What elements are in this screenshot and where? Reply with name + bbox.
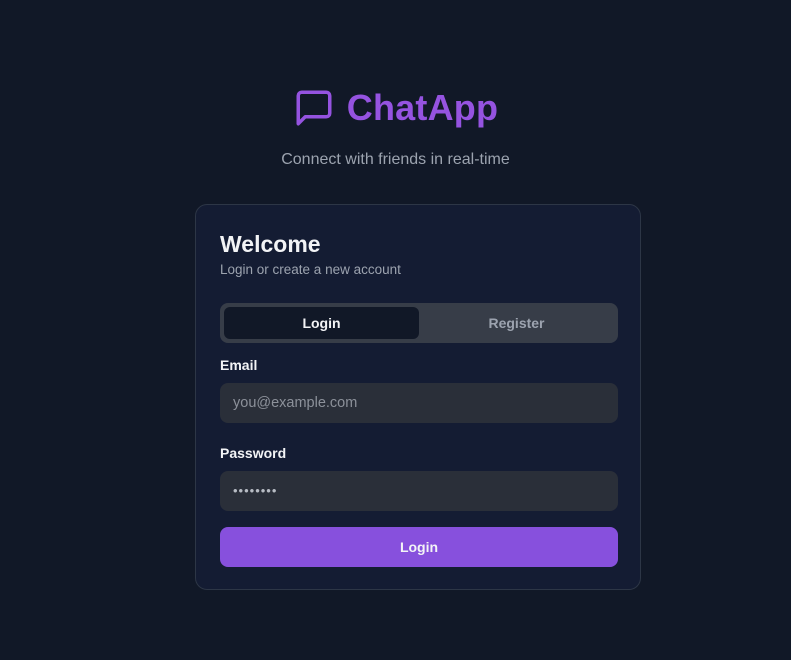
card-title: Welcome — [220, 231, 321, 257]
auth-tabs: Login Register — [220, 303, 618, 343]
email-label: Email — [220, 357, 258, 373]
app-name: ChatApp — [346, 87, 499, 128]
message-square-icon — [293, 87, 335, 129]
tab-login[interactable]: Login — [224, 307, 419, 339]
password-field[interactable]: •••••••• — [220, 471, 618, 511]
login-button[interactable]: Login — [220, 527, 618, 567]
brand-header: ChatApp — [0, 86, 791, 130]
email-field[interactable] — [220, 383, 618, 423]
tab-register[interactable]: Register — [419, 307, 614, 339]
auth-card: Welcome Login or create a new account Lo… — [195, 204, 641, 590]
password-label: Password — [220, 445, 287, 461]
login-page: ChatApp Connect with friends in real-tim… — [0, 0, 791, 660]
card-subtitle: Login or create a new account — [220, 262, 401, 277]
app-tagline: Connect with friends in real-time — [281, 151, 510, 168]
